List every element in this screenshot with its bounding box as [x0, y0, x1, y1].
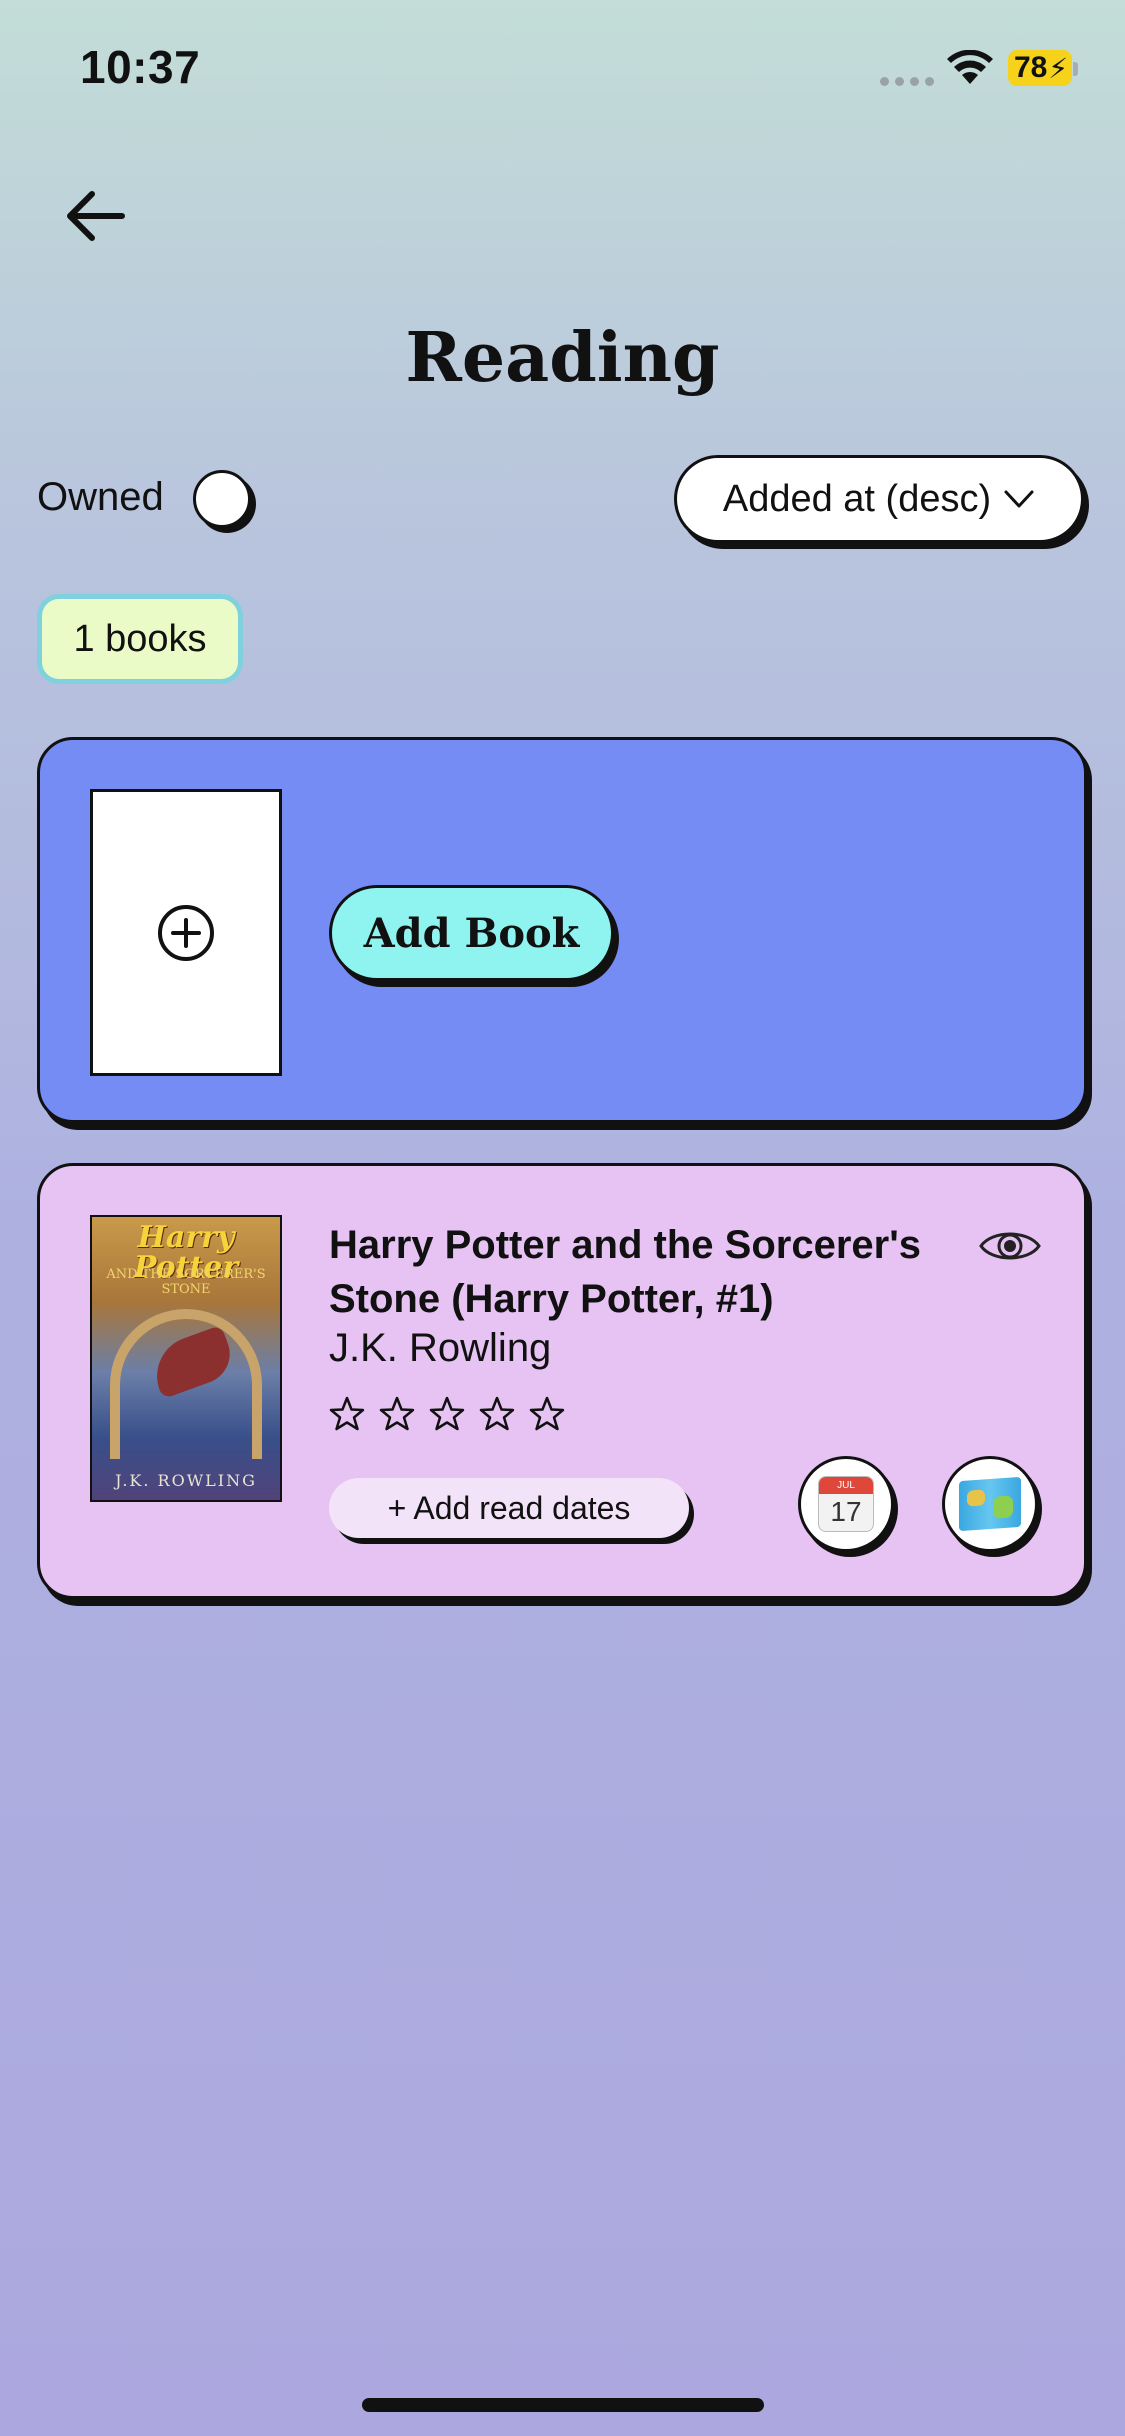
chevron-down-icon	[1004, 490, 1034, 508]
owned-toggle[interactable]	[193, 470, 251, 528]
cover-subtitle: AND THE SORCERER'S STONE	[106, 1267, 266, 1297]
eye-icon[interactable]	[978, 1224, 1042, 1268]
calendar-button[interactable]: JUL 17	[798, 1456, 894, 1552]
plus-circle-icon	[158, 904, 214, 961]
book-author: J.K. Rowling	[329, 1326, 552, 1370]
cover-author: J.K. ROWLING	[115, 1471, 257, 1490]
star-icon[interactable]	[329, 1396, 365, 1432]
add-book-button[interactable]: Add Book	[329, 885, 614, 981]
star-icon[interactable]	[429, 1396, 465, 1432]
book-cover[interactable]: Harry Potter AND THE SORCERER'S STONE J.…	[90, 1215, 282, 1502]
star-icon[interactable]	[379, 1396, 415, 1432]
book-title[interactable]: Harry Potter and the Sorcerer's Stone (H…	[329, 1218, 969, 1326]
calendar-day: 17	[830, 1496, 862, 1527]
book-count-badge: 1 books	[37, 594, 243, 684]
book-card[interactable]: Harry Potter AND THE SORCERER'S STONE J.…	[37, 1163, 1087, 1599]
page-title: Reading	[405, 318, 720, 398]
cellular-signal-icon	[880, 77, 934, 86]
battery-icon: 78 ⚡	[1008, 50, 1072, 86]
wifi-icon	[947, 50, 993, 84]
add-cover-placeholder[interactable]	[90, 789, 282, 1076]
owned-label: Owned	[37, 475, 164, 519]
sort-label: Added at (desc)	[722, 477, 992, 520]
calendar-icon: JUL 17	[818, 1476, 874, 1532]
battery-cap	[1073, 62, 1078, 76]
add-book-card: Add Book	[37, 737, 1087, 1123]
calendar-month: JUL	[819, 1477, 873, 1494]
add-read-dates-button[interactable]: + Add read dates	[329, 1478, 689, 1538]
star-rating[interactable]	[329, 1396, 565, 1432]
map-button[interactable]	[942, 1456, 1038, 1552]
star-icon[interactable]	[529, 1396, 565, 1432]
home-indicator	[362, 2398, 764, 2412]
map-icon	[959, 1476, 1021, 1532]
star-icon[interactable]	[479, 1396, 515, 1432]
status-time: 10:37	[80, 41, 201, 93]
back-arrow-icon[interactable]	[62, 188, 126, 244]
sort-dropdown[interactable]: Added at (desc)	[674, 455, 1084, 543]
battery-level: 78	[1014, 51, 1048, 84]
